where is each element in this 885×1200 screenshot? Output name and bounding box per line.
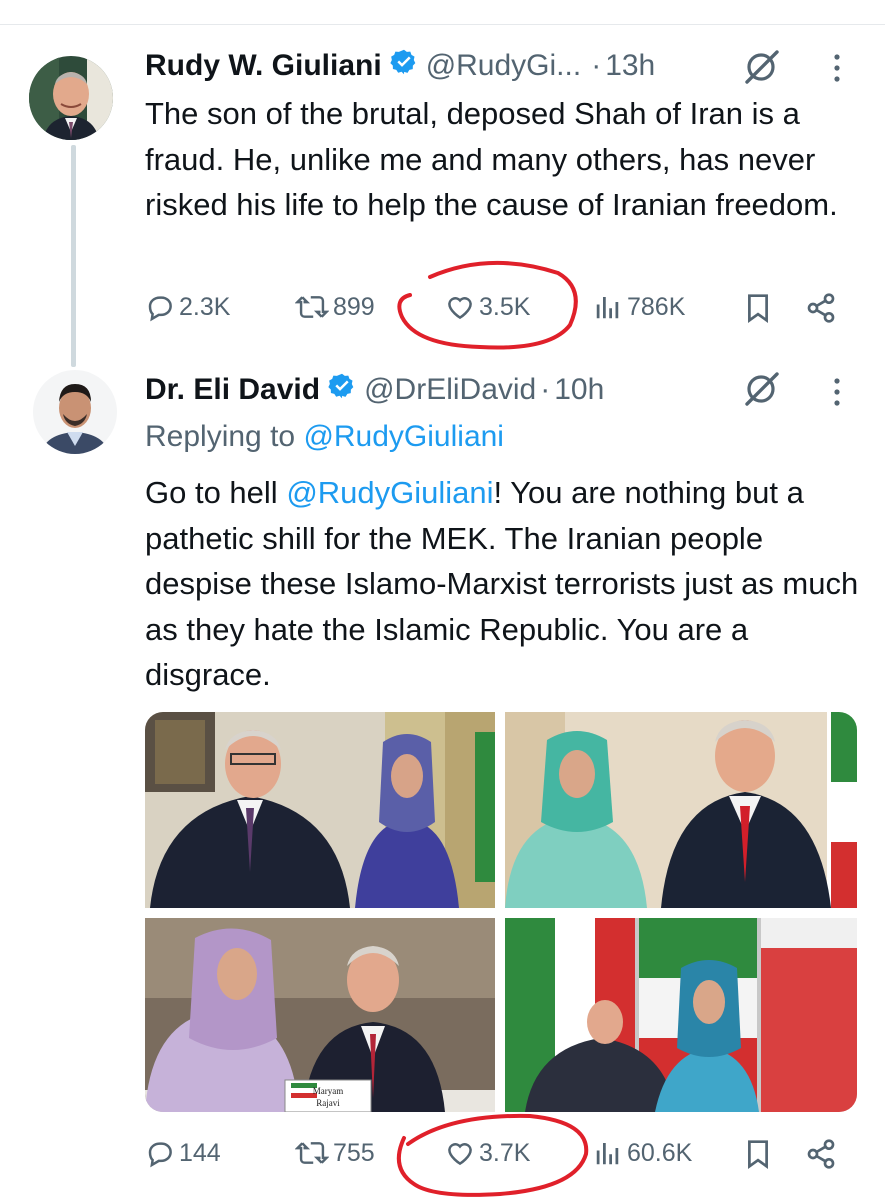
share-button[interactable] — [805, 292, 837, 324]
grok-icon[interactable] — [743, 49, 783, 90]
media-grid[interactable]: Maryam Rajavi — [145, 712, 857, 1112]
tweet1-header: Rudy W. Giuliani @RudyGi... · 13h — [145, 46, 655, 86]
views-button[interactable]: 786K — [593, 292, 685, 322]
author-handle[interactable]: @RudyGi... — [426, 49, 582, 83]
replying-to-handle-link[interactable]: @RudyGiuliani — [303, 420, 504, 453]
top-divider — [0, 0, 885, 25]
author-name[interactable]: Rudy W. Giuliani — [145, 49, 382, 83]
reply-count: 2.3K — [179, 292, 231, 321]
photo-3[interactable]: Maryam Rajavi — [145, 918, 495, 1112]
tweet-time[interactable]: 10h — [554, 373, 604, 407]
repost-button[interactable]: 899 — [295, 292, 375, 322]
avatar-eli-david[interactable] — [33, 370, 117, 454]
author-handle[interactable]: @DrEliDavid — [364, 373, 536, 407]
separator-dot: · — [540, 373, 551, 406]
repost-icon — [295, 292, 329, 322]
bookmark-button[interactable] — [743, 292, 773, 324]
repost-icon — [295, 1138, 329, 1168]
views-count: 786K — [627, 292, 686, 321]
bookmark-icon — [743, 1138, 773, 1170]
replying-to-label: Replying to — [145, 420, 304, 453]
bookmark-button[interactable] — [743, 1138, 773, 1170]
views-icon — [593, 1138, 623, 1168]
grok-icon[interactable] — [743, 371, 783, 412]
verified-badge-icon — [390, 48, 418, 84]
heart-icon — [445, 292, 475, 322]
reply-button[interactable]: 2.3K — [145, 292, 230, 322]
repost-button[interactable]: 755 — [295, 1138, 375, 1168]
photo-2[interactable] — [505, 712, 857, 908]
reply-button[interactable]: 144 — [145, 1138, 221, 1168]
repost-count: 755 — [333, 1138, 375, 1167]
reply-count: 144 — [179, 1138, 221, 1167]
tweet2-header: Dr. Eli David @DrEliDavid · 10h — [145, 370, 604, 410]
share-icon — [805, 292, 837, 324]
tweet1-action-bar: 2.3K 899 3.5K 786K — [145, 292, 845, 332]
bookmark-icon — [743, 292, 773, 324]
photo-1[interactable] — [145, 712, 495, 908]
thread-connector-line — [71, 145, 76, 367]
mention-link[interactable]: @RudyGiuliani — [286, 475, 493, 510]
like-count: 3.5K — [479, 292, 531, 321]
author-name[interactable]: Dr. Eli David — [145, 373, 320, 407]
reply-icon — [145, 292, 175, 322]
nameplate-last-name: Rajavi — [316, 1098, 340, 1108]
verified-badge-icon — [328, 372, 356, 408]
reply-icon — [145, 1138, 175, 1168]
photo-4[interactable] — [505, 918, 857, 1112]
nameplate-first-name: Maryam — [313, 1086, 344, 1096]
views-icon — [593, 292, 623, 322]
views-button[interactable]: 60.6K — [593, 1138, 692, 1168]
replying-to-line: Replying to @RudyGiuliani — [145, 420, 504, 454]
like-button[interactable]: 3.5K — [445, 292, 530, 322]
share-button[interactable] — [805, 1138, 837, 1170]
tweet1-text: The son of the brutal, deposed Shah of I… — [145, 96, 838, 222]
tweet2-action-bar: 144 755 3.7K 60.6K — [145, 1138, 845, 1178]
heart-icon — [445, 1138, 475, 1168]
views-count: 60.6K — [627, 1138, 693, 1167]
like-count: 3.7K — [479, 1138, 531, 1167]
tweet2-text: Go to hell @RudyGiuliani! You are nothin… — [145, 470, 865, 698]
repost-count: 899 — [333, 292, 375, 321]
tweet2-text-start: Go to hell — [145, 475, 287, 510]
tweet-time[interactable]: 13h — [605, 49, 655, 83]
separator-dot: · — [591, 49, 602, 82]
more-vertical-icon[interactable] — [832, 52, 842, 89]
like-button[interactable]: 3.7K — [445, 1138, 530, 1168]
share-icon — [805, 1138, 837, 1170]
more-vertical-icon[interactable] — [832, 376, 842, 413]
avatar-rudy-giuliani[interactable] — [29, 56, 113, 140]
